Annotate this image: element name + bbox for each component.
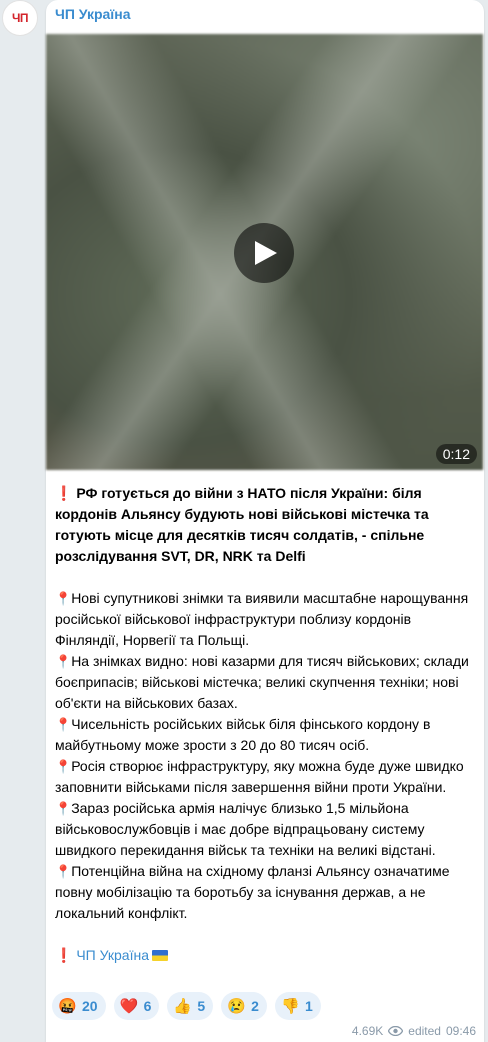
- pin-icon: 📍: [55, 654, 72, 669]
- thumbs-down-icon: 👎: [280, 998, 300, 1015]
- headline-text: РФ готується до війни з НАТО після Украї…: [55, 485, 429, 564]
- post-text: ❗ РФ готується до війни з НАТО після Укр…: [55, 483, 475, 966]
- reaction-count: 2: [251, 998, 259, 1014]
- pin-icon: 📍: [55, 717, 72, 732]
- signature-link[interactable]: ЧП Україна: [76, 947, 149, 963]
- ukraine-flag-icon: [151, 950, 168, 961]
- avatar-text: ЧП: [11, 11, 29, 25]
- play-icon: [255, 241, 277, 265]
- pin-icon: 📍: [55, 801, 72, 816]
- message-meta: 4.69K edited 09:46: [352, 1024, 476, 1038]
- point-item: 📍Росія створює інфраструктуру, яку можна…: [55, 758, 464, 795]
- reaction-thumbs-down[interactable]: 👎 1: [274, 992, 321, 1020]
- post-signature: ❗ ЧП Україна: [55, 945, 475, 966]
- channel-avatar[interactable]: ЧП: [2, 0, 38, 36]
- angry-face-icon: 🤬: [58, 998, 77, 1015]
- pin-icon: 📍: [55, 864, 72, 879]
- reaction-heart[interactable]: ❤️ 6: [113, 992, 160, 1020]
- post-headline: ❗ РФ готується до війни з НАТО після Укр…: [55, 483, 475, 567]
- message-time: 09:46: [445, 1024, 476, 1038]
- point-item: 📍На знімках видно: нові казарми для тися…: [55, 653, 469, 711]
- pin-icon: 📍: [55, 759, 72, 774]
- heart-icon: ❤️: [119, 998, 139, 1015]
- video-duration: 0:12: [435, 444, 477, 464]
- video-overlay: 0:12: [46, 34, 483, 470]
- reaction-thumbs-up[interactable]: 👍 5: [167, 992, 214, 1020]
- channel-name[interactable]: ЧП Україна: [55, 6, 131, 22]
- reaction-count: 1: [304, 998, 313, 1014]
- crying-face-icon: 😢: [227, 998, 246, 1015]
- reaction-count: 20: [82, 998, 98, 1014]
- point-item: 📍Нові супутникові знімки та виявили масш…: [55, 590, 469, 648]
- exclamation-icon: ❗: [55, 485, 73, 501]
- reaction-crying[interactable]: 😢 2: [221, 992, 267, 1020]
- edited-label: edited: [408, 1024, 441, 1038]
- point-item: 📍Чисельність російських військ біля фінс…: [55, 716, 431, 753]
- reactions-bar: 🤬 20 ❤️ 6 👍 5 😢 2 👎 1: [52, 992, 321, 1020]
- thumbs-up-icon: 👍: [173, 998, 193, 1015]
- exclamation-icon: ❗: [55, 947, 73, 963]
- reaction-count: 6: [143, 998, 152, 1014]
- reaction-count: 5: [197, 998, 206, 1014]
- point-item: 📍Зараз російська армія налічує близько 1…: [55, 800, 436, 858]
- pin-icon: 📍: [55, 591, 72, 606]
- view-count: 4.69K: [351, 1024, 384, 1038]
- reaction-angry[interactable]: 🤬 20: [52, 992, 106, 1020]
- play-button[interactable]: [234, 223, 294, 283]
- eye-icon: [388, 1026, 404, 1036]
- point-item: 📍Потенційна війна на східному фланзі Аль…: [55, 863, 450, 921]
